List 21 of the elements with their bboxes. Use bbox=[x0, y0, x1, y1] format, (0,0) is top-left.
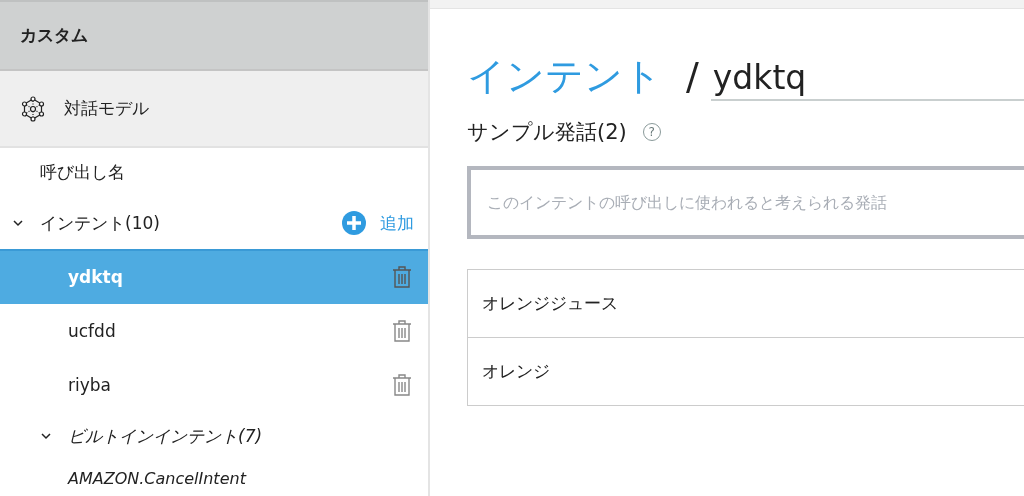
utterance-row[interactable]: オレンジジュース bbox=[468, 270, 1024, 337]
sidebar-header: カスタム bbox=[0, 0, 428, 72]
intents-group-label[interactable]: インテント(10) bbox=[40, 211, 342, 235]
dialog-model-item[interactable]: 対話モデル bbox=[0, 71, 428, 148]
trash-icon[interactable] bbox=[392, 373, 412, 398]
intent-item[interactable]: riyba bbox=[0, 358, 428, 413]
builtin-intent-item[interactable]: AMAZON.CancelIntent bbox=[0, 460, 428, 496]
trash-icon[interactable] bbox=[392, 265, 412, 290]
network-icon bbox=[20, 95, 46, 122]
utterance-input-field[interactable]: このインテントの呼び出しに使われると考えられる発話 bbox=[467, 166, 1024, 239]
chevron-icon[interactable] bbox=[12, 219, 24, 228]
intent-name-field[interactable]: ydktq bbox=[710, 58, 1024, 101]
breadcrumb-separator: / bbox=[686, 54, 699, 98]
plus-icon bbox=[342, 211, 366, 236]
utterance-row[interactable]: オレンジ bbox=[468, 337, 1024, 405]
builtin-intents-group-label[interactable]: ビルトインインテント(7) bbox=[68, 424, 414, 448]
section-title: サンプル発話(2) bbox=[467, 119, 627, 146]
trash-icon[interactable] bbox=[392, 318, 412, 343]
chevron-icon[interactable] bbox=[40, 432, 52, 441]
intent-item[interactable]: ucfdd bbox=[0, 303, 428, 359]
invocation-name-item[interactable]: 呼び出し名 bbox=[0, 147, 428, 198]
